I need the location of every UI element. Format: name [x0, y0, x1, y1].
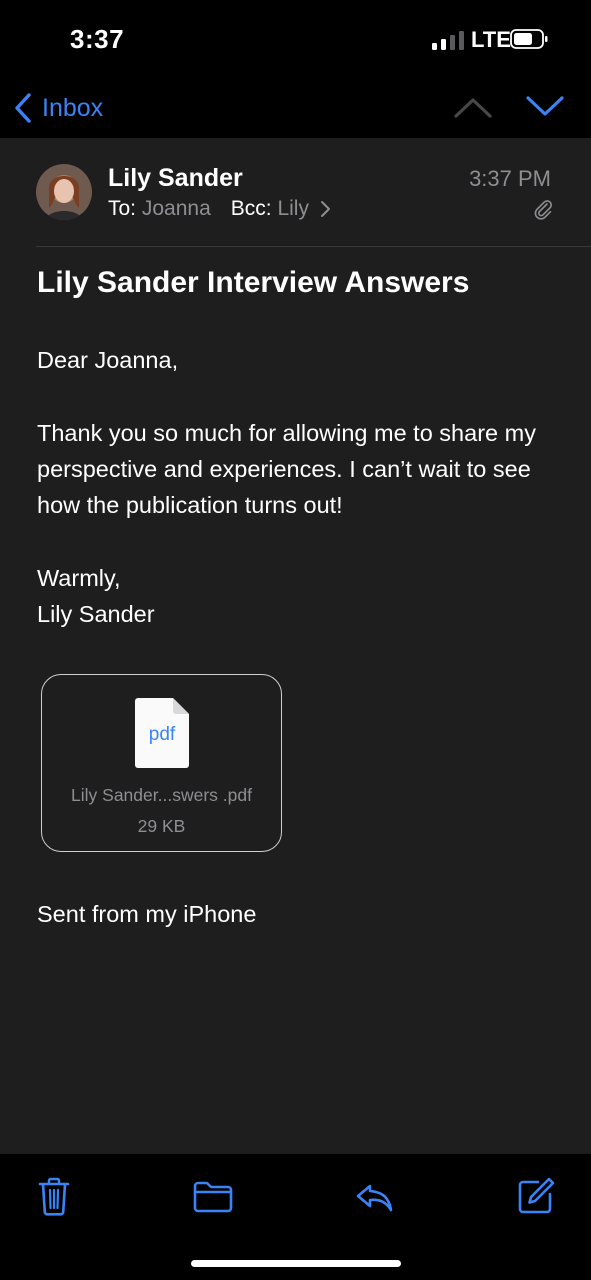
avatar-photo [36, 164, 92, 220]
message-view: Lily Sander To: Joanna Bcc: Lily 3:37 PM… [0, 138, 591, 1154]
closing-name: Lily Sander [37, 601, 155, 627]
avatar[interactable] [36, 164, 92, 220]
bcc-recipient: Lily [277, 197, 309, 220]
to-label: To: [108, 197, 137, 220]
signal-icon [432, 31, 464, 50]
closing-line: Warmly, [37, 565, 121, 591]
chevron-left-icon [15, 93, 31, 123]
pdf-attachment[interactable]: pdf Lily Sander...swers .pdf 29 KB [41, 674, 282, 852]
compose-icon[interactable] [514, 1174, 558, 1218]
message-closing: Warmly, Lily Sander [37, 560, 567, 632]
bcc-label: Bcc: [230, 197, 272, 220]
mail-message-screen: 3:37 LTE Inbox Lily Sander To: Joanna Bc… [0, 0, 591, 1280]
trash-icon[interactable] [32, 1174, 76, 1218]
recipients-line[interactable]: To: Joanna Bcc: Lily [108, 197, 331, 221]
chevron-up-icon[interactable] [452, 92, 494, 122]
network-label: LTE [471, 27, 511, 52]
home-indicator[interactable] [191, 1260, 401, 1267]
pdf-file-icon: pdf [135, 698, 189, 768]
chevron-right-icon [320, 201, 330, 217]
chevron-down-icon[interactable] [524, 92, 566, 122]
back-to-inbox-button[interactable]: Inbox [12, 88, 103, 128]
back-label: Inbox [42, 93, 104, 122]
status-time: 3:37 [70, 24, 125, 54]
folder-icon[interactable] [191, 1174, 235, 1218]
navigation-bar: Inbox [0, 80, 591, 138]
message-greeting: Dear Joanna, [37, 347, 179, 373]
message-body: Thank you so much for allowing me to sha… [37, 420, 536, 518]
to-recipient: Joanna [141, 197, 211, 220]
battery-icon [510, 29, 548, 49]
attachment-size: 29 KB [137, 816, 186, 836]
attachment-name: Lily Sander...swers .pdf [71, 785, 252, 805]
reply-icon[interactable] [352, 1174, 396, 1218]
sender-name: Lily Sander [108, 164, 243, 192]
header-divider [36, 246, 591, 247]
status-bar: 3:37 LTE [0, 0, 591, 80]
message-time: 3:37 PM [469, 166, 551, 191]
message-signature: Sent from my iPhone [37, 901, 257, 927]
pdf-icon-label: pdf [149, 724, 176, 745]
message-subject: Lily Sander Interview Answers [37, 266, 470, 299]
paperclip-icon [534, 200, 552, 220]
